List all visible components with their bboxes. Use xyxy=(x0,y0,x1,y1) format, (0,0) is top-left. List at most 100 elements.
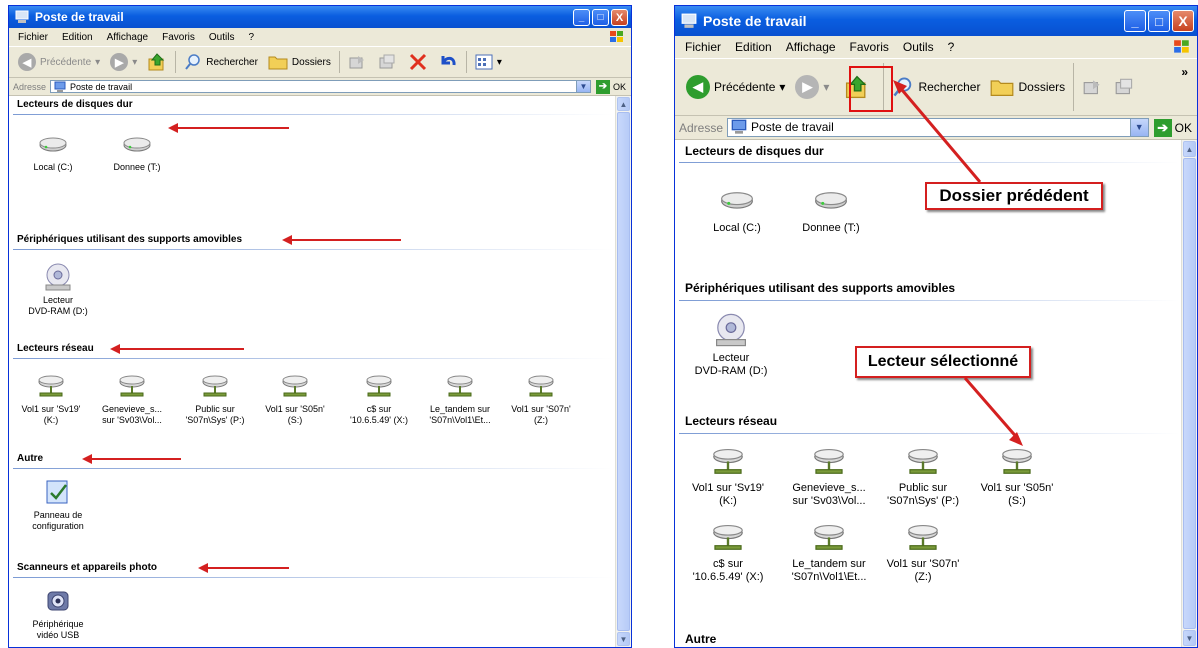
item-label-1: Vol1 sur 'Sv19' xyxy=(21,404,81,414)
network-drive-icon xyxy=(202,375,228,397)
network-drive-icon xyxy=(282,375,308,397)
item-label-1: c$ sur xyxy=(366,404,392,414)
scroll-thumb[interactable] xyxy=(1183,158,1196,629)
go-button[interactable]: ➔ OK xyxy=(591,79,631,94)
chevron-down-icon: ▾ xyxy=(95,56,101,68)
network-drive-item[interactable]: Genevieve_s... sur 'Sv03\Vol... xyxy=(97,373,167,426)
window-title: Poste de travail xyxy=(35,10,124,24)
item-label-1: Genevieve_s... xyxy=(101,404,163,414)
content-pane: Lecteurs de disques dur Local (C:) Donne… xyxy=(9,96,615,647)
address-field[interactable]: Poste de travail ▼ xyxy=(50,79,591,94)
item-label-2: '10.6.5.49' (X:) xyxy=(350,414,408,425)
menu-help[interactable]: ? xyxy=(241,32,261,43)
network-drive-item[interactable]: c$ sur '10.6.5.49' (X:) xyxy=(345,373,413,426)
close-icon: X xyxy=(615,11,624,24)
vertical-scrollbar[interactable]: ▲ ▼ xyxy=(1181,140,1197,647)
scroll-down-button[interactable]: ▼ xyxy=(617,632,630,646)
views-button[interactable]: ▾ xyxy=(470,54,507,70)
network-drive-icon xyxy=(447,375,473,397)
annotation-arrow xyxy=(110,344,244,354)
delete-icon xyxy=(409,53,426,71)
computer-icon xyxy=(54,81,66,92)
folders-label: Dossiers xyxy=(291,56,331,68)
move-to-icon xyxy=(349,56,364,69)
copy-to-button[interactable] xyxy=(373,53,403,71)
explorer-window-left: Poste de travail _ □ X Fichier Edition A… xyxy=(8,5,632,648)
scroll-up-button[interactable]: ▲ xyxy=(1183,141,1196,157)
address-bar: Adresse Poste de travail ▼ ➔ OK xyxy=(9,78,631,96)
hard-drive-icon xyxy=(123,137,151,152)
windows-logo-icon xyxy=(610,31,623,42)
forward-button[interactable]: ▶ ▾ xyxy=(105,53,142,71)
hard-drive-icon xyxy=(39,137,67,152)
scroll-down-button[interactable]: ▼ xyxy=(1183,630,1196,646)
annotation-arrow xyxy=(198,563,289,573)
network-drive-item[interactable]: Le_tandem sur 'S07n\Vol1\Et... xyxy=(425,373,495,426)
folders-icon xyxy=(268,56,288,70)
control-panel[interactable]: Panneau de configuration xyxy=(23,478,93,532)
network-drive-item[interactable]: Public sur 'S07n\Sys' (P:) xyxy=(181,373,249,426)
scroll-thumb[interactable] xyxy=(617,112,630,631)
menu-fichier[interactable]: Fichier xyxy=(11,32,55,43)
item-label-1: Le_tandem sur xyxy=(429,404,491,414)
menu-outils[interactable]: Outils xyxy=(202,32,242,43)
menu-favoris[interactable]: Favoris xyxy=(155,32,202,43)
usb-video-device[interactable]: Périphérique vidéo USB xyxy=(23,588,93,641)
item-label-1: Lecteur xyxy=(42,295,74,305)
chevron-down-icon: ▼ xyxy=(619,634,628,644)
move-to-button[interactable] xyxy=(343,53,373,71)
drive-local-c[interactable]: Local (C:) xyxy=(23,134,83,173)
title-bar[interactable]: Poste de travail _ □ X xyxy=(9,6,631,28)
address-value: Poste de travail xyxy=(70,81,133,92)
go-arrow-icon: ➔ xyxy=(595,79,610,94)
views-icon xyxy=(475,54,493,70)
network-drive-icon xyxy=(528,375,554,397)
scroll-up-button[interactable]: ▲ xyxy=(617,97,630,111)
undo-icon xyxy=(441,56,456,66)
menu-affichage[interactable]: Affichage xyxy=(100,32,156,43)
go-label: OK xyxy=(612,81,626,92)
maximize-button[interactable]: □ xyxy=(592,9,609,26)
item-label-2: configuration xyxy=(32,520,84,531)
webcam-icon xyxy=(47,591,69,611)
search-icon xyxy=(185,54,200,70)
undo-button[interactable] xyxy=(433,52,463,72)
drive-donnee-t[interactable]: Donnee (T:) xyxy=(107,134,167,173)
section-removable: Périphériques utilisant des supports amo… xyxy=(17,234,243,245)
up-folder-button[interactable] xyxy=(142,52,172,72)
copy-to-icon xyxy=(379,54,395,69)
annotation-arrow xyxy=(168,123,289,133)
back-button[interactable]: ◀ Précédente ▾ xyxy=(13,53,105,71)
annotation-leaders xyxy=(893,80,1023,446)
search-button[interactable]: Rechercher xyxy=(179,53,263,71)
network-drive-icon xyxy=(38,375,64,397)
minimize-button[interactable]: _ xyxy=(573,9,590,26)
item-label-1: Vol1 sur 'S07n' xyxy=(511,404,571,414)
drive-dvd-d[interactable]: Lecteur DVD-RAM (D:) xyxy=(23,262,93,317)
explorer-window-right: Poste de travail _ □ X Fichier Edition A… xyxy=(674,5,1198,648)
forward-arrow-icon: ▶ xyxy=(110,53,129,71)
network-drive-item[interactable]: Vol1 sur 'Sv19' (K:) xyxy=(17,373,85,426)
network-drive-item[interactable]: Vol1 sur 'S07n' (Z:) xyxy=(507,373,575,426)
address-dropdown-button[interactable]: ▼ xyxy=(575,80,590,93)
back-label: Précédente xyxy=(40,56,92,68)
item-label-2: vidéo USB xyxy=(36,629,80,640)
chevron-up-icon: ▲ xyxy=(619,99,628,109)
network-drive-item[interactable]: Vol1 sur 'S05n' (S:) xyxy=(261,373,329,426)
item-label-1: Vol1 sur 'S05n' xyxy=(265,404,325,414)
item-label-2: 'S07n\Sys' (P:) xyxy=(185,414,245,425)
address-label: Adresse xyxy=(13,81,47,92)
close-button[interactable]: X xyxy=(611,9,628,26)
chevron-down-icon: ▼ xyxy=(579,82,588,91)
chevron-down-icon: ▾ xyxy=(132,56,138,68)
maximize-icon: □ xyxy=(597,12,604,23)
network-drive-icon xyxy=(119,375,145,397)
vertical-scrollbar[interactable]: ▲ ▼ xyxy=(615,96,631,647)
menu-edition[interactable]: Edition xyxy=(55,32,100,43)
network-drive-icon xyxy=(366,375,392,397)
folders-button[interactable]: Dossiers xyxy=(263,53,336,71)
chevron-down-icon: ▾ xyxy=(496,56,502,68)
item-label-1: Périphérique xyxy=(32,619,84,629)
item-label-2: DVD-RAM (D:) xyxy=(28,305,88,316)
delete-button[interactable] xyxy=(403,52,433,72)
